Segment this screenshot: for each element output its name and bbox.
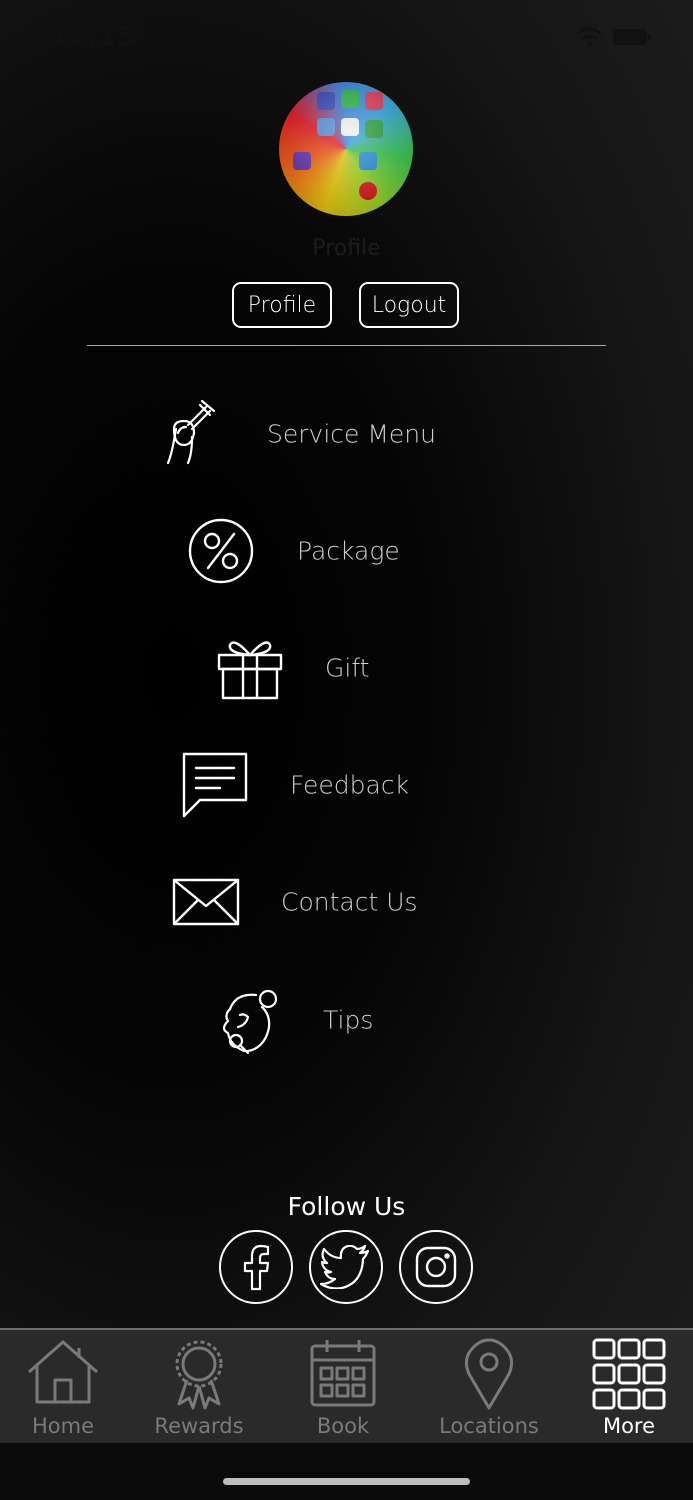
calendar-icon (310, 1340, 376, 1407)
chat-bubble-icon (182, 752, 248, 818)
twitter-icon (320, 1245, 370, 1289)
ribbon-icon (175, 1340, 223, 1410)
menu-item-label: Feedback (290, 770, 410, 800)
logout-button[interactable]: Logout (359, 282, 459, 328)
tab-label: Rewards (154, 1414, 244, 1438)
tab-rewards[interactable]: Rewards (130, 1330, 268, 1445)
tab-more[interactable]: More (560, 1330, 693, 1445)
grid-icon (592, 1338, 666, 1410)
divider (87, 345, 606, 346)
tab-label: More (602, 1414, 656, 1438)
wifi-icon (576, 27, 602, 47)
home-indicator-area (0, 1443, 693, 1500)
menu-item-label: Package (297, 536, 400, 566)
percent-icon (188, 518, 254, 584)
menu-item-package[interactable]: Package (0, 511, 693, 591)
facebook-icon (243, 1244, 270, 1291)
face-care-icon (222, 989, 278, 1055)
tab-label: Home (31, 1414, 94, 1438)
home-icon (28, 1340, 98, 1404)
tab-book[interactable]: Book (274, 1330, 412, 1445)
tab-locations[interactable]: Locations (420, 1330, 558, 1445)
profile-button[interactable]: Profile (232, 282, 332, 328)
menu-item-service-menu[interactable]: Service Menu (0, 394, 693, 474)
follow-us-title: Follow Us (287, 1192, 406, 1221)
status-time: 12:15 (50, 22, 136, 52)
tab-bar: Home Rewards Book Locations More (0, 1328, 693, 1443)
tab-home[interactable]: Home (0, 1330, 132, 1445)
menu-item-tips[interactable]: Tips (0, 980, 693, 1060)
envelope-icon (172, 878, 240, 926)
battery-icon (613, 29, 651, 45)
avatar[interactable] (279, 82, 413, 216)
menu-item-contact-us[interactable]: Contact Us (0, 862, 693, 942)
menu-item-label: Contact Us (281, 887, 418, 917)
tab-label: Locations (439, 1414, 539, 1438)
home-indicator[interactable] (223, 1478, 470, 1485)
twitter-button[interactable] (309, 1230, 383, 1304)
gift-icon (217, 641, 283, 700)
menu-item-label: Tips (323, 1005, 374, 1035)
instagram-icon (415, 1246, 457, 1288)
menu-item-feedback[interactable]: Feedback (0, 745, 693, 825)
nail-polish-icon (166, 399, 216, 465)
location-arrow-icon (124, 28, 142, 46)
location-pin-icon (464, 1338, 514, 1410)
menu-item-label: Gift (325, 653, 370, 683)
facebook-button[interactable] (219, 1230, 293, 1304)
tab-label: Book (316, 1414, 370, 1438)
username: Profile (312, 236, 381, 261)
instagram-button[interactable] (399, 1230, 473, 1304)
menu-item-gift[interactable]: Gift (0, 628, 693, 708)
menu-item-label: Service Menu (267, 419, 436, 449)
